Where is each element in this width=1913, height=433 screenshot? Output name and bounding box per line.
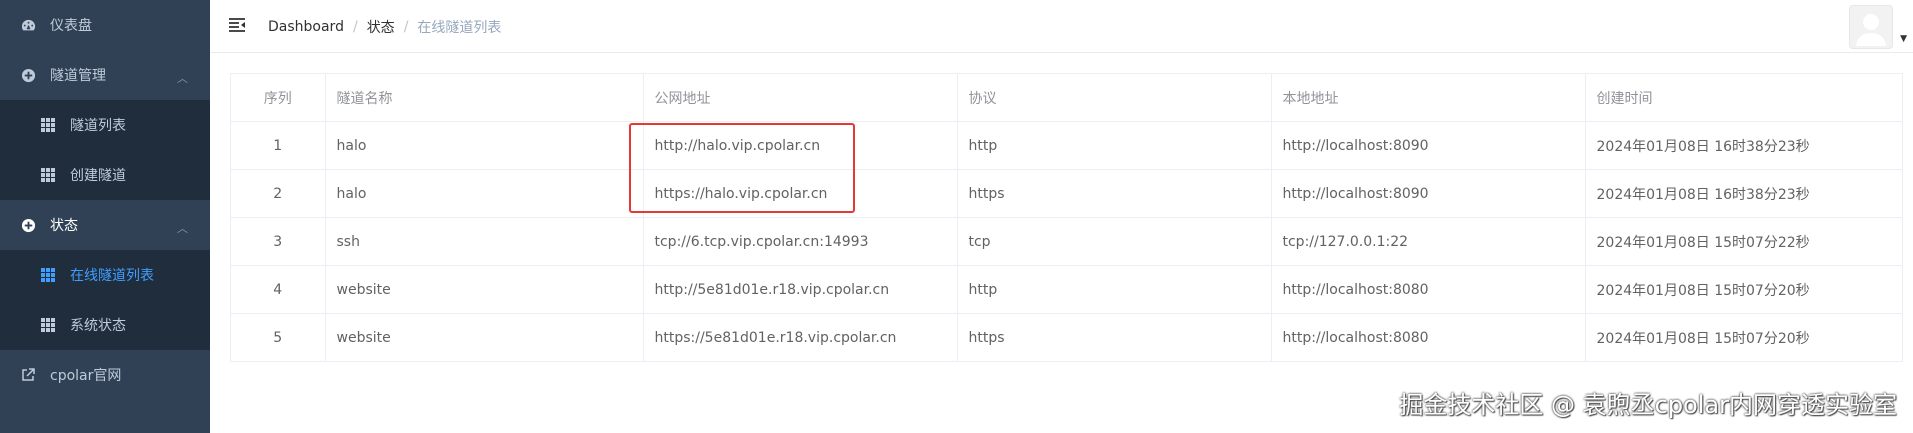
sidebar: 仪表盘 隧道管理 ︿ 隧道列表 创建隧道 状态 ︿ 在线隧道列表 系统状态 cp… (0, 0, 210, 433)
circle-plus-icon (20, 217, 36, 233)
breadcrumb-separator: / (403, 19, 409, 35)
sidebar-item-cpolar-website[interactable]: cpolar官网 (0, 350, 210, 400)
table-row: 1 halo http://halo.vip.cpolar.cn http ht… (231, 121, 1902, 170)
submenu-status: 在线隧道列表 系统状态 (0, 250, 210, 350)
column-header: 协议 (957, 74, 1272, 122)
avatar[interactable] (1849, 5, 1893, 49)
menu-fold-icon[interactable] (228, 17, 246, 33)
table-row: 5 website https://5e81d01e.r18.vip.cpola… (231, 313, 1902, 361)
sidebar-item-label: 创建隧道 (70, 168, 126, 184)
sidebar-item-dashboard[interactable]: 仪表盘 (0, 0, 210, 50)
sidebar-item-tunnel-list[interactable]: 隧道列表 (0, 100, 210, 150)
navbar: Dashboard / 状态 / 在线隧道列表 ▼ (210, 0, 1913, 53)
cell-name: website (325, 313, 644, 361)
cell-protocol: tcp (957, 217, 1272, 266)
cell-index: 4 (231, 265, 326, 314)
watermark: 掘金技术社区 @ 袁煦丞cpolar内网穿透实验室 (1399, 391, 1897, 419)
sidebar-item-label: 状态 (50, 218, 78, 234)
table-row: 3 ssh tcp://6.tcp.vip.cpolar.cn:14993 tc… (231, 217, 1902, 266)
submenu-tunnel-management: 隧道列表 创建隧道 (0, 100, 210, 200)
cell-public-url: https://5e81d01e.r18.vip.cpolar.cn (643, 313, 958, 361)
sidebar-item-label: 仪表盘 (50, 18, 92, 34)
grid-icon (40, 117, 56, 133)
breadcrumb-item-status[interactable]: 状态 (367, 17, 395, 37)
sidebar-item-label: 系统状态 (70, 318, 126, 334)
cell-public-url: http://5e81d01e.r18.vip.cpolar.cn (643, 265, 958, 314)
sidebar-group-tunnel-management[interactable]: 隧道管理 ︿ (0, 50, 210, 100)
sidebar-item-label: cpolar官网 (50, 368, 122, 384)
cell-name: website (325, 265, 644, 314)
cell-local-address: tcp://127.0.0.1:22 (1271, 217, 1586, 266)
sidebar-item-label: 隧道列表 (70, 118, 126, 134)
cell-protocol: https (957, 313, 1272, 361)
sidebar-item-label: 隧道管理 (50, 68, 106, 84)
cell-index: 2 (231, 169, 326, 218)
grid-icon (40, 267, 56, 283)
breadcrumb: Dashboard / 状态 / 在线隧道列表 (268, 17, 501, 37)
cell-name: halo (325, 121, 644, 170)
dashboard-icon (20, 17, 36, 33)
sidebar-item-label: 在线隧道列表 (70, 268, 154, 284)
grid-icon (40, 317, 56, 333)
cell-created-time: 2024年01月08日 15时07分22秒 (1585, 217, 1902, 266)
chevron-up-icon: ︿ (177, 72, 188, 85)
cell-public-url: tcp://6.tcp.vip.cpolar.cn:14993 (643, 217, 958, 266)
column-header: 创建时间 (1585, 74, 1902, 122)
cell-local-address: http://localhost:8080 (1271, 265, 1586, 314)
cell-created-time: 2024年01月08日 16时38分23秒 (1585, 169, 1902, 218)
external-link-icon (20, 367, 36, 383)
cell-local-address: http://localhost:8090 (1271, 169, 1586, 218)
table-row: 2 halo https://halo.vip.cpolar.cn https … (231, 169, 1902, 218)
tunnel-table: 序列 隧道名称 公网地址 协议 本地地址 创建时间 1 halo http://… (230, 73, 1903, 362)
cell-name: halo (325, 169, 644, 218)
column-header: 隧道名称 (325, 74, 644, 122)
column-header: 公网地址 (643, 74, 958, 122)
caret-down-icon[interactable]: ▼ (1900, 34, 1907, 44)
cell-protocol: https (957, 169, 1272, 218)
annotation-highlight-box (629, 123, 855, 213)
grid-icon (40, 167, 56, 183)
breadcrumb-separator: / (352, 19, 358, 35)
sidebar-item-system-status[interactable]: 系统状态 (0, 300, 210, 350)
cell-protocol: http (957, 121, 1272, 170)
cell-index: 1 (231, 121, 326, 170)
cell-created-time: 2024年01月08日 16时38分23秒 (1585, 121, 1902, 170)
cell-created-time: 2024年01月08日 15时07分20秒 (1596, 330, 1810, 347)
breadcrumb-item-current: 在线隧道列表 (417, 20, 502, 36)
sidebar-item-online-tunnels[interactable]: 在线隧道列表 (0, 250, 210, 300)
table-row: 4 website http://5e81d01e.r18.vip.cpolar… (231, 265, 1902, 314)
cell-local-address: http://localhost:8090 (1271, 121, 1586, 170)
cell-index: 3 (231, 217, 326, 266)
sidebar-group-status[interactable]: 状态 ︿ (0, 200, 210, 250)
sidebar-item-create-tunnel[interactable]: 创建隧道 (0, 150, 210, 200)
circle-plus-icon (20, 67, 36, 83)
cell-index: 5 (231, 313, 326, 361)
user-placeholder-icon (1856, 14, 1886, 46)
column-header: 序列 (231, 74, 326, 122)
cell-protocol: http (957, 265, 1272, 314)
table-header-row: 序列 隧道名称 公网地址 协议 本地地址 创建时间 (231, 74, 1902, 122)
cell-created-time: 2024年01月08日 15时07分20秒 (1585, 265, 1902, 314)
cell-name: ssh (325, 217, 644, 266)
breadcrumb-item-dashboard[interactable]: Dashboard (268, 19, 344, 35)
chevron-up-icon: ︿ (177, 222, 188, 235)
cell-local-address: http://localhost:8080 (1271, 313, 1586, 361)
column-header: 本地地址 (1271, 74, 1586, 122)
